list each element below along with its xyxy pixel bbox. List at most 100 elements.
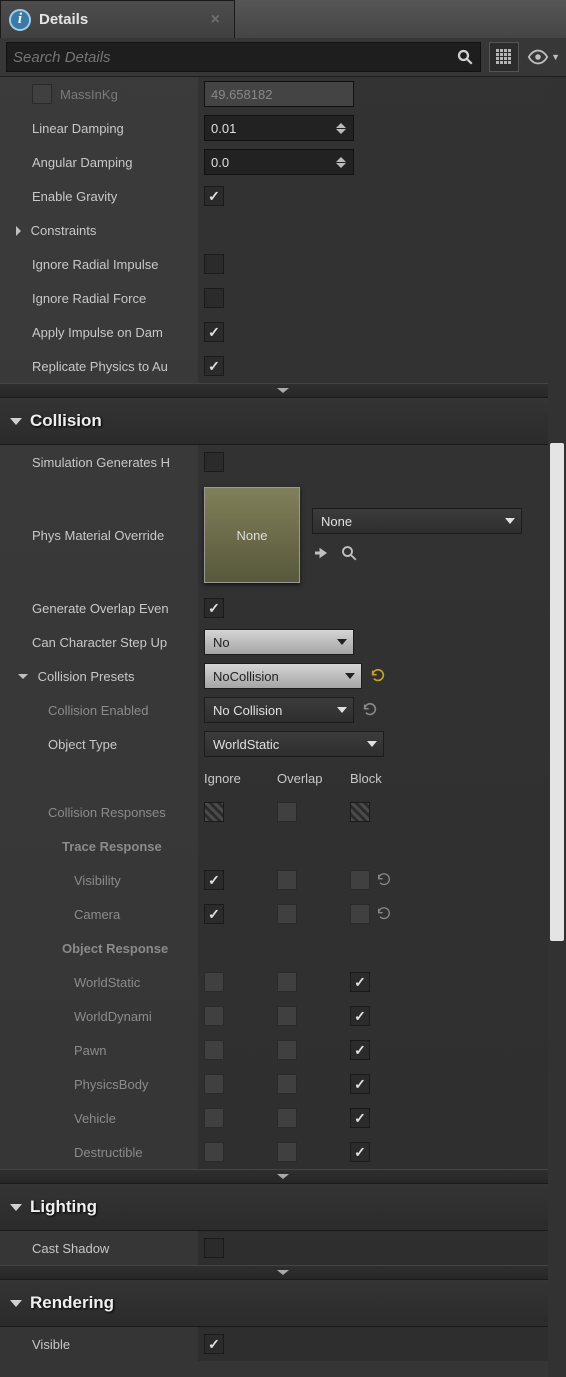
section-header-rendering[interactable]: Rendering <box>0 1279 566 1327</box>
expand-arrow-icon[interactable] <box>18 674 28 679</box>
channel-ignore-checkbox[interactable] <box>204 1142 224 1162</box>
scrollbar-thumb[interactable] <box>550 443 564 941</box>
close-icon[interactable]: × <box>211 11 220 29</box>
reset-to-default-icon[interactable] <box>376 872 392 888</box>
channel-block-checkbox[interactable] <box>350 1074 370 1094</box>
channel-ignore-checkbox[interactable] <box>204 1040 224 1060</box>
spinner-icon[interactable] <box>332 153 350 171</box>
ignore-radial-impulse-checkbox[interactable] <box>204 254 224 274</box>
label-visible: Visible <box>32 1337 70 1352</box>
search-icon[interactable] <box>456 48 474 66</box>
collapse-bar-physics[interactable] <box>0 383 566 397</box>
section-header-collision[interactable]: Collision <box>0 397 566 445</box>
channel-overlap-checkbox[interactable] <box>277 1142 297 1162</box>
visibility-block-checkbox[interactable] <box>350 870 370 890</box>
row-angular-damping: Angular Damping 0.0 <box>0 145 566 179</box>
generate-overlap-checkbox[interactable] <box>204 598 224 618</box>
camera-block-checkbox[interactable] <box>350 904 370 924</box>
channel-ignore-checkbox[interactable] <box>204 1074 224 1094</box>
label-sim-generates-hits: Simulation Generates H <box>32 455 170 470</box>
visible-checkbox[interactable] <box>204 1334 224 1354</box>
collision-presets-dropdown[interactable]: NoCollision <box>204 663 362 689</box>
cast-shadow-checkbox[interactable] <box>204 1238 224 1258</box>
row-apply-impulse: Apply Impulse on Dam <box>0 315 566 349</box>
label-channel: Destructible <box>74 1145 143 1160</box>
channel-ignore-checkbox[interactable] <box>204 972 224 992</box>
replicate-physics-checkbox[interactable] <box>204 356 224 376</box>
collision-responses-overlap-checkbox[interactable] <box>277 802 297 822</box>
toolbar: ▼ <box>0 38 566 77</box>
chevron-down-icon <box>10 1204 22 1211</box>
row-trace-response: Trace Response <box>0 829 566 863</box>
row-can-character-step: Can Character Step Up No <box>0 625 566 659</box>
sim-generates-hits-checkbox[interactable] <box>204 452 224 472</box>
channel-block-checkbox[interactable] <box>350 1006 370 1026</box>
channel-ignore-checkbox[interactable] <box>204 1006 224 1026</box>
label-phys-material-override: Phys Material Override <box>32 528 164 543</box>
channel-block-checkbox[interactable] <box>350 972 370 992</box>
section-header-lighting[interactable]: Lighting <box>0 1183 566 1231</box>
col-block: Block <box>350 771 382 786</box>
row-ignore-radial-force: Ignore Radial Force <box>0 281 566 315</box>
col-overlap: Overlap <box>277 771 323 786</box>
label-generate-overlap: Generate Overlap Even <box>32 601 169 616</box>
expand-arrow-icon[interactable] <box>16 226 21 236</box>
object-type-dropdown[interactable]: WorldStatic <box>204 731 384 757</box>
row-object-response: Object Response <box>0 931 566 965</box>
channel-block-checkbox[interactable] <box>350 1108 370 1128</box>
channel-overlap-checkbox[interactable] <box>277 1074 297 1094</box>
channel-overlap-checkbox[interactable] <box>277 972 297 992</box>
collision-enabled-dropdown[interactable]: No Collision <box>204 697 354 723</box>
phys-material-thumbnail[interactable]: None <box>204 487 300 583</box>
use-selected-asset-icon[interactable] <box>312 544 330 562</box>
channel-overlap-checkbox[interactable] <box>277 1108 297 1128</box>
channel-block-checkbox[interactable] <box>350 1142 370 1162</box>
scrollbar-track[interactable] <box>548 77 566 1377</box>
collapse-bar-collision[interactable] <box>0 1169 566 1183</box>
channel-overlap-checkbox[interactable] <box>277 1006 297 1026</box>
view-options-dropdown[interactable]: ▼ <box>527 46 560 68</box>
label-linear-damping: Linear Damping <box>32 121 124 136</box>
angular-damping-input[interactable]: 0.0 <box>204 149 354 175</box>
visibility-overlap-checkbox[interactable] <box>277 870 297 890</box>
mass-override-checkbox[interactable] <box>32 84 52 104</box>
collapse-bar-lighting[interactable] <box>0 1265 566 1279</box>
label-channel: Vehicle <box>74 1111 116 1126</box>
tab-title: Details <box>39 11 88 28</box>
tab-details[interactable]: i Details × <box>0 0 235 38</box>
row-phys-material-override: Phys Material Override None None <box>0 479 566 591</box>
linear-damping-input[interactable]: 0.01 <box>204 115 354 141</box>
channel-overlap-checkbox[interactable] <box>277 1040 297 1060</box>
chevron-down-icon <box>10 418 22 425</box>
label-camera: Camera <box>74 907 120 922</box>
property-matrix-button[interactable] <box>489 42 519 72</box>
label-collision-enabled: Collision Enabled <box>48 703 148 718</box>
can-step-dropdown[interactable]: No <box>204 629 354 655</box>
reset-to-default-icon[interactable] <box>362 702 378 718</box>
apply-impulse-checkbox[interactable] <box>204 322 224 342</box>
ignore-radial-force-checkbox[interactable] <box>204 288 224 308</box>
search-box[interactable] <box>6 42 481 72</box>
reset-to-default-icon[interactable] <box>376 906 392 922</box>
visibility-ignore-checkbox[interactable] <box>204 870 224 890</box>
reset-to-default-icon[interactable] <box>370 668 386 684</box>
camera-ignore-checkbox[interactable] <box>204 904 224 924</box>
eye-icon <box>527 46 549 68</box>
spinner-icon[interactable] <box>332 119 350 137</box>
mass-value-input[interactable]: 49.658182 <box>204 81 354 107</box>
collision-responses-block-checkbox[interactable] <box>350 802 370 822</box>
collision-responses-ignore-checkbox[interactable] <box>204 802 224 822</box>
label-channel: WorldStatic <box>74 975 140 990</box>
row-response-header: Ignore Overlap Block <box>0 761 566 795</box>
phys-material-dropdown[interactable]: None <box>312 508 522 534</box>
rendering-title: Rendering <box>30 1293 114 1313</box>
row-constraints[interactable]: Constraints <box>0 213 566 247</box>
chevron-down-icon <box>10 1300 22 1307</box>
browse-asset-icon[interactable] <box>340 544 358 562</box>
row-sim-generates-hits: Simulation Generates H <box>0 445 566 479</box>
channel-block-checkbox[interactable] <box>350 1040 370 1060</box>
search-input[interactable] <box>13 49 456 66</box>
enable-gravity-checkbox[interactable] <box>204 186 224 206</box>
camera-overlap-checkbox[interactable] <box>277 904 297 924</box>
channel-ignore-checkbox[interactable] <box>204 1108 224 1128</box>
